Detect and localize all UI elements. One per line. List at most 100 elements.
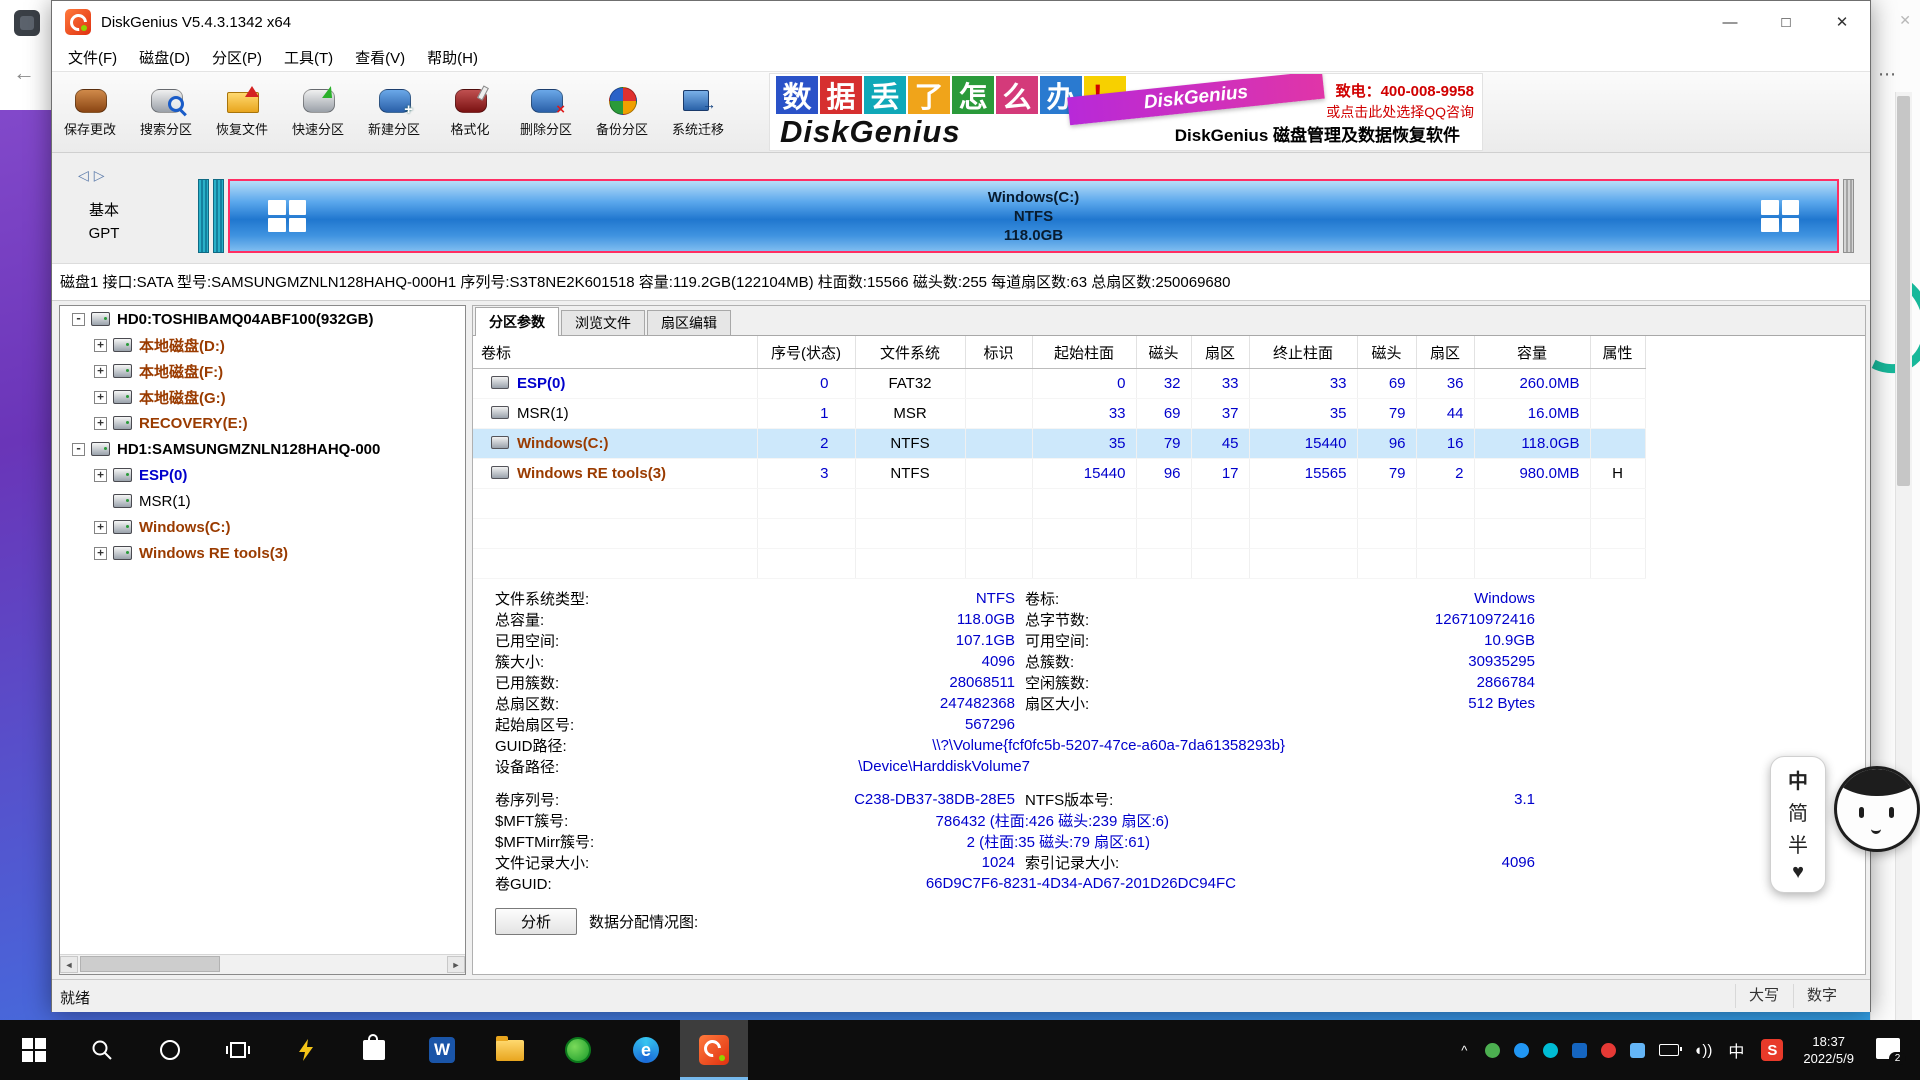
sogou-icon[interactable]: S [1761,1039,1783,1061]
cortana-button[interactable] [136,1020,204,1080]
expand-icon[interactable]: + [94,547,107,560]
menu-view[interactable]: 查看(V) [344,47,416,68]
delete-partition-button[interactable]: × 删除分区 [508,72,584,152]
disk-nav-arrows[interactable]: ◁▷ [78,167,110,184]
search-partition-button[interactable]: 搜索分区 [128,72,204,152]
ad-banner[interactable]: 数 据 丢 了 怎 么 办 ！ DiskGenius DiskGenius 致电… [769,73,1483,151]
ime-mode-simplified[interactable]: 简 [1788,797,1808,826]
ime-toolbar[interactable]: 中 简 半 ♥ [1770,756,1826,893]
tree-item-hd1[interactable]: - HD1:SAMSUNGMZNLN128HAHQ-000 [60,436,465,462]
banner-qq-link[interactable]: 或点击此处选择QQ咨询 [1326,102,1474,122]
tree-item-windows-re[interactable]: + Windows RE tools(3) [60,540,465,566]
volume-icon[interactable]: ◖)) [1693,1042,1712,1059]
expand-icon[interactable]: + [94,339,107,352]
col-end-cylinder[interactable]: 终止柱面 [1249,336,1357,369]
tray-icon-snowflake[interactable] [1630,1043,1645,1058]
tray-icon-blue[interactable] [1514,1043,1529,1058]
start-button[interactable] [0,1020,68,1080]
tab-partition-params[interactable]: 分区参数 [475,307,559,336]
menu-file[interactable]: 文件(F) [57,47,128,68]
edge-button[interactable]: e [612,1020,680,1080]
quick-partition-button[interactable]: 快速分区 [280,72,356,152]
col-volume-label[interactable]: 卷标 [473,336,757,369]
menu-help[interactable]: 帮助(H) [416,47,489,68]
new-partition-button[interactable]: + 新建分区 [356,72,432,152]
back-arrow-icon[interactable]: ← [13,60,35,86]
partition-row-windows-re[interactable]: Windows RE tools(3) 3 NTFS 15440 96 17 1… [473,459,1645,489]
expand-icon[interactable]: + [94,469,107,482]
menu-disk[interactable]: 磁盘(D) [128,47,201,68]
system-migration-button[interactable]: → 系统迁移 [660,72,736,152]
maximize-button[interactable]: □ [1758,1,1814,43]
col-flag[interactable]: 标识 [965,336,1032,369]
col-attr[interactable]: 属性 [1590,336,1645,369]
tray-icon-green[interactable] [1485,1043,1500,1058]
prev-disk-icon[interactable]: ◁ [78,167,94,183]
pinned-app-word[interactable]: W [408,1020,476,1080]
menu-tools[interactable]: 工具(T) [273,47,344,68]
format-button[interactable]: 格式化 [432,72,508,152]
partition-block-windows-c[interactable]: Windows(C:) NTFS 118.0GB [228,179,1839,253]
ime-mode-chinese[interactable]: 中 [1788,765,1808,794]
save-changes-button[interactable]: 保存更改 [52,72,128,152]
scroll-right-icon[interactable]: ► [447,956,465,973]
scrollbar-thumb[interactable] [80,956,220,972]
tree-item-local-g[interactable]: + 本地磁盘(G:) [60,384,465,410]
next-disk-icon[interactable]: ▷ [94,167,110,183]
col-sector2[interactable]: 扇区 [1416,336,1474,369]
collapse-icon[interactable]: - [72,313,85,326]
partition-row-msr[interactable]: MSR(1) 1 MSR 33 69 37 35 79 44 16.0MB [473,399,1645,429]
scrollbar-thumb[interactable] [1897,96,1910,486]
tray-icon-qq[interactable] [1572,1043,1587,1058]
pinned-app-bolt[interactable] [272,1020,340,1080]
tree-item-recovery-e[interactable]: + RECOVERY(E:) [60,410,465,436]
expand-icon[interactable]: + [94,521,107,534]
recover-files-button[interactable]: 恢复文件 [204,72,280,152]
action-center-button[interactable]: 2 [1876,1038,1904,1062]
taskbar-search-button[interactable] [68,1020,136,1080]
heart-icon[interactable]: ♥ [1792,861,1804,884]
pinned-app-store[interactable] [340,1020,408,1080]
partition-block-re-tools[interactable] [1843,179,1854,253]
horizontal-scrollbar[interactable]: ◄ ► [60,954,465,974]
partition-block-msr[interactable] [213,179,224,253]
taskbar-clock[interactable]: 18:37 2022/5/9 [1803,1033,1854,1067]
task-view-button[interactable] [204,1020,272,1080]
collapse-icon[interactable]: - [72,443,85,456]
tray-icon-red[interactable] [1601,1043,1616,1058]
col-capacity[interactable]: 容量 [1474,336,1590,369]
partition-row-esp[interactable]: ESP(0) 0 FAT32 0 32 33 33 69 36 260.0MB [473,369,1645,399]
tree-item-local-d[interactable]: + 本地磁盘(D:) [60,332,465,358]
tray-icon-teal[interactable] [1543,1043,1558,1058]
tab-sector-edit[interactable]: 扇区编辑 [647,310,731,335]
col-head2[interactable]: 磁头 [1357,336,1416,369]
tree-item-windows-c[interactable]: + Windows(C:) [60,514,465,540]
scroll-left-icon[interactable]: ◄ [60,956,78,973]
col-head[interactable]: 磁头 [1136,336,1191,369]
col-sector[interactable]: 扇区 [1191,336,1249,369]
tree-item-esp[interactable]: + ESP(0) [60,462,465,488]
background-close-icon[interactable]: ✕ [1899,12,1911,29]
close-button[interactable]: ✕ [1814,1,1870,43]
menu-partition[interactable]: 分区(P) [201,47,273,68]
file-explorer-button[interactable] [476,1020,544,1080]
ime-indicator[interactable]: 中 [1728,1038,1744,1062]
expand-icon[interactable]: + [94,365,107,378]
col-filesystem[interactable]: 文件系统 [855,336,965,369]
partition-block-esp[interactable] [198,179,209,253]
battery-icon[interactable] [1659,1044,1679,1056]
expand-icon[interactable]: + [94,391,107,404]
backup-partition-button[interactable]: 备份分区 [584,72,660,152]
diskgenius-taskbar-button[interactable] [680,1020,748,1080]
col-index-status[interactable]: 序号(状态) [757,336,855,369]
col-start-cylinder[interactable]: 起始柱面 [1032,336,1136,369]
tree-item-local-f[interactable]: + 本地磁盘(F:) [60,358,465,384]
expand-icon[interactable]: + [94,417,107,430]
pinned-app-browser[interactable] [544,1020,612,1080]
partition-row-windows-c-selected[interactable]: Windows(C:) 2 NTFS 35 79 45 15440 96 16 … [473,429,1645,459]
analyze-button[interactable]: 分析 [495,908,577,935]
minimize-button[interactable]: — [1702,1,1758,43]
ime-mode-halfwidth[interactable]: 半 [1788,829,1808,858]
ime-mascot-avatar[interactable] [1834,766,1920,852]
tab-browse-files[interactable]: 浏览文件 [561,310,645,335]
